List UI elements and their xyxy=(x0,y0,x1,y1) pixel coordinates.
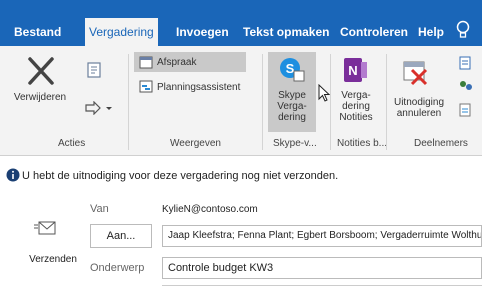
from-label: Van xyxy=(90,203,109,215)
lightbulb-icon[interactable] xyxy=(456,20,470,40)
tab-help[interactable]: Help xyxy=(418,22,444,46)
subject-label: Onderwerp xyxy=(90,262,145,274)
cancel-invitation-button[interactable]: Uitnodiging annuleren xyxy=(392,97,446,119)
meeting-notes-button[interactable]: Verga- dering Notities xyxy=(332,90,380,123)
group-label-weergeven: Weergeven xyxy=(170,138,221,149)
calendar-icon xyxy=(139,55,153,69)
send-button-label: Verzenden xyxy=(29,254,77,265)
scheduling-icon xyxy=(139,79,153,93)
info-icon xyxy=(6,168,20,182)
group-label-deelnemers: Deelnemers xyxy=(414,138,468,149)
tab-bestand[interactable]: Bestand xyxy=(14,22,61,46)
ribbon-tab-bar xyxy=(0,0,482,46)
delete-icon[interactable] xyxy=(27,56,55,86)
forward-icon[interactable] xyxy=(84,100,114,116)
subject-field[interactable]: Controle budget KW3 xyxy=(162,257,482,279)
appointment-button[interactable]: Afspraak xyxy=(157,57,196,68)
tab-controleren[interactable]: Controleren xyxy=(340,22,408,46)
group-divider xyxy=(128,54,129,150)
delete-button[interactable]: Verwijderen xyxy=(2,92,78,103)
from-value: KylieN@contoso.com xyxy=(162,204,258,215)
tab-invoegen[interactable]: Invoegen xyxy=(176,22,229,46)
group-label-skype: Skype-v... xyxy=(273,138,317,149)
info-bar-message: U hebt de uitnodiging voor deze vergader… xyxy=(22,170,339,182)
location-field-edge xyxy=(162,285,482,286)
send-button[interactable]: Verzenden xyxy=(20,194,86,278)
group-label-notities: Notities b... xyxy=(337,138,388,149)
cancel-invitation-icon xyxy=(402,58,430,86)
svg-text:N: N xyxy=(348,63,357,78)
onenote-icon: N xyxy=(343,56,369,84)
check-names-icon[interactable] xyxy=(458,79,474,93)
ignore-icon[interactable] xyxy=(86,61,102,79)
to-field[interactable]: Jaap Kleefstra; Fenna Plant; Egbert Bors… xyxy=(162,225,482,247)
skype-icon: S xyxy=(278,56,306,84)
tab-vergadering[interactable]: Vergadering xyxy=(85,18,158,46)
response-options-icon[interactable] xyxy=(458,103,472,117)
skype-meeting-button[interactable]: Skype Verga- dering xyxy=(268,90,316,123)
tab-tekst-opmaken[interactable]: Tekst opmaken xyxy=(243,22,329,46)
scheduling-assistant-button[interactable]: Planningsassistent xyxy=(157,82,240,93)
group-divider xyxy=(386,54,387,150)
address-book-icon[interactable] xyxy=(458,56,472,70)
group-label-acties: Acties xyxy=(58,138,86,149)
group-divider xyxy=(330,54,331,150)
to-button[interactable]: Aan... xyxy=(90,224,152,248)
svg-text:S: S xyxy=(286,61,295,76)
group-divider xyxy=(262,54,263,150)
